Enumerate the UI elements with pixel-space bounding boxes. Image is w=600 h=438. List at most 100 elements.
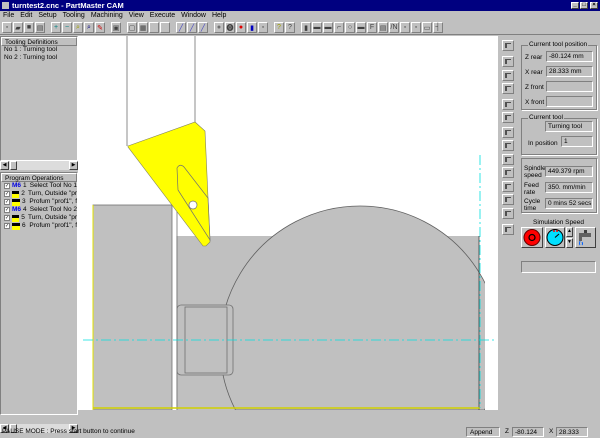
scroll-left-icon[interactable]: ◀ <box>0 161 9 170</box>
op-12-icon: ▭ <box>423 24 431 32</box>
op-6-button[interactable]: ▬ <box>356 22 366 33</box>
menu-file[interactable]: File <box>3 12 14 19</box>
open-folder-button[interactable]: ▰ <box>13 22 23 33</box>
machining-op-button[interactable] <box>502 181 514 192</box>
menu-edit[interactable]: Edit <box>20 12 32 19</box>
operation-checkbox[interactable]: ✓ <box>4 183 10 189</box>
op-3-button[interactable]: ▬ <box>323 22 333 33</box>
op-12-button[interactable]: ▭ <box>422 22 432 33</box>
blank-button[interactable] <box>160 22 170 33</box>
zoom-in-button[interactable]: + <box>51 22 61 33</box>
blank-button[interactable] <box>149 22 159 33</box>
feed-rate-label: Feed rate <box>524 182 539 196</box>
scroll-thumb[interactable] <box>10 161 17 170</box>
pause-button[interactable]: ⓿ <box>225 22 235 33</box>
op-9-button[interactable]: /N <box>389 22 399 33</box>
operation-item[interactable]: ✓ 2 Turn, Outside "pr <box>1 190 77 198</box>
coolant-button[interactable] <box>575 227 596 248</box>
operation-checkbox[interactable]: ✓ <box>4 207 10 213</box>
tooling-definitions-panel: Tooling Definitions No 1 : Turning tool N… <box>0 36 78 161</box>
minimize-button[interactable]: _ <box>571 2 579 9</box>
scroll-right-icon[interactable]: ▶ <box>69 161 78 170</box>
line-button[interactable]: ╱ <box>198 22 208 33</box>
tool-list-item[interactable]: No 2 : Turning tool <box>1 54 77 62</box>
close-button[interactable]: × <box>590 2 598 9</box>
tooling-scrollbar[interactable]: ◀ ▶ <box>0 161 78 170</box>
menu-view[interactable]: View <box>129 12 144 19</box>
machining-op-button[interactable] <box>502 56 514 67</box>
machining-op-button[interactable] <box>502 99 514 110</box>
display-button[interactable]: ▣ <box>111 22 121 33</box>
op-13-button[interactable]: ┤ <box>433 22 443 33</box>
op-2-button[interactable]: ▬ <box>312 22 322 33</box>
stop-gray-button[interactable]: ● <box>214 22 224 33</box>
op-7-button[interactable]: F <box>367 22 377 33</box>
simulation-canvas[interactable] <box>78 36 498 410</box>
print-button[interactable]: ▤ <box>35 22 45 33</box>
menu-execute[interactable]: Execute <box>150 12 175 19</box>
tool-path-active-button[interactable]: ╱ <box>187 22 197 33</box>
machining-op-button[interactable] <box>502 208 514 219</box>
tool-path-button[interactable]: ╱ <box>176 22 186 33</box>
machining-op-button[interactable] <box>502 154 514 165</box>
stop-red-icon: ● <box>238 24 244 31</box>
op-8-button[interactable]: ▤ <box>378 22 388 33</box>
op-1-button[interactable]: ▮ <box>301 22 311 33</box>
machining-op-icon <box>505 227 511 232</box>
speed-down-button[interactable]: ▼ <box>566 238 573 248</box>
operation-item[interactable]: ✓ 6 Profum "prof1", f <box>1 222 77 230</box>
speed-up-button[interactable]: ▲ <box>566 227 573 237</box>
save-icon: ■ <box>26 24 32 31</box>
machining-op-button[interactable] <box>502 127 514 138</box>
step-button[interactable]: ▮ <box>247 22 257 33</box>
stop-icon <box>523 229 541 246</box>
operation-number: 1 <box>23 182 27 189</box>
tool-list-item[interactable]: No 1 : Turning tool <box>1 46 77 54</box>
maximize-button[interactable]: □ <box>580 2 588 9</box>
machining-op-button[interactable] <box>502 70 514 81</box>
new-file-button[interactable]: ▫ <box>2 22 12 33</box>
op-5-icon: ○ <box>347 24 353 31</box>
operation-checkbox[interactable]: ✓ <box>4 191 10 197</box>
machining-op-button[interactable] <box>502 40 514 51</box>
speed-dial[interactable] <box>545 227 565 248</box>
zoom-all-button[interactable]: ⌕ <box>84 22 94 33</box>
context-help-button[interactable]: ? <box>285 22 295 33</box>
operation-checkbox[interactable]: ✓ <box>4 199 10 205</box>
save-button[interactable]: ■ <box>24 22 34 33</box>
menu-setup[interactable]: Setup <box>38 12 56 19</box>
zoom-window-button[interactable]: ⌕ <box>73 22 83 33</box>
zoom-out-button[interactable]: − <box>62 22 72 33</box>
operation-item[interactable]: ✓ M6 4 Select Tool No 2 <box>1 206 77 214</box>
menu-machining[interactable]: Machining <box>91 12 123 19</box>
machining-op-icon <box>505 73 511 78</box>
op-11-button[interactable]: ▫ <box>411 22 421 33</box>
layout-button[interactable]: ▦ <box>138 22 148 33</box>
menu-tooling[interactable]: Tooling <box>63 12 85 19</box>
machining-op-button[interactable] <box>502 224 514 235</box>
stop-red-button[interactable]: ● <box>236 22 246 33</box>
machining-op-button[interactable] <box>502 194 514 205</box>
help-button[interactable]: ? <box>274 22 284 33</box>
operation-checkbox[interactable]: ✓ <box>4 215 10 221</box>
menu-help[interactable]: Help <box>212 12 226 19</box>
chuck-block <box>92 204 173 410</box>
machining-op-icon <box>505 143 511 148</box>
machining-op-button[interactable] <box>502 167 514 178</box>
operation-item[interactable]: ✓ 5 Turn, Outside "pr <box>1 214 77 222</box>
pencil-button[interactable]: ✎ <box>95 22 105 33</box>
view-button[interactable]: ▢ <box>127 22 137 33</box>
menu-window[interactable]: Window <box>181 12 206 19</box>
op-4-button[interactable]: ⌐ <box>334 22 344 33</box>
machining-op-button[interactable] <box>502 112 514 123</box>
machining-op-button[interactable] <box>502 140 514 151</box>
turning-op-icon <box>12 198 21 206</box>
operation-item[interactable]: ✓ 3 Profum "prof1", f <box>1 198 77 206</box>
op-10-button[interactable]: ▫ <box>400 22 410 33</box>
operation-item[interactable]: ✓ M6 1 Select Tool No 1 <box>1 182 77 190</box>
operation-checkbox[interactable]: ✓ <box>4 223 10 229</box>
op-5-button[interactable]: ○ <box>345 22 355 33</box>
single-step-button[interactable]: ▫ <box>258 22 268 33</box>
machining-op-button[interactable] <box>502 83 514 94</box>
stop-button[interactable] <box>521 227 543 248</box>
